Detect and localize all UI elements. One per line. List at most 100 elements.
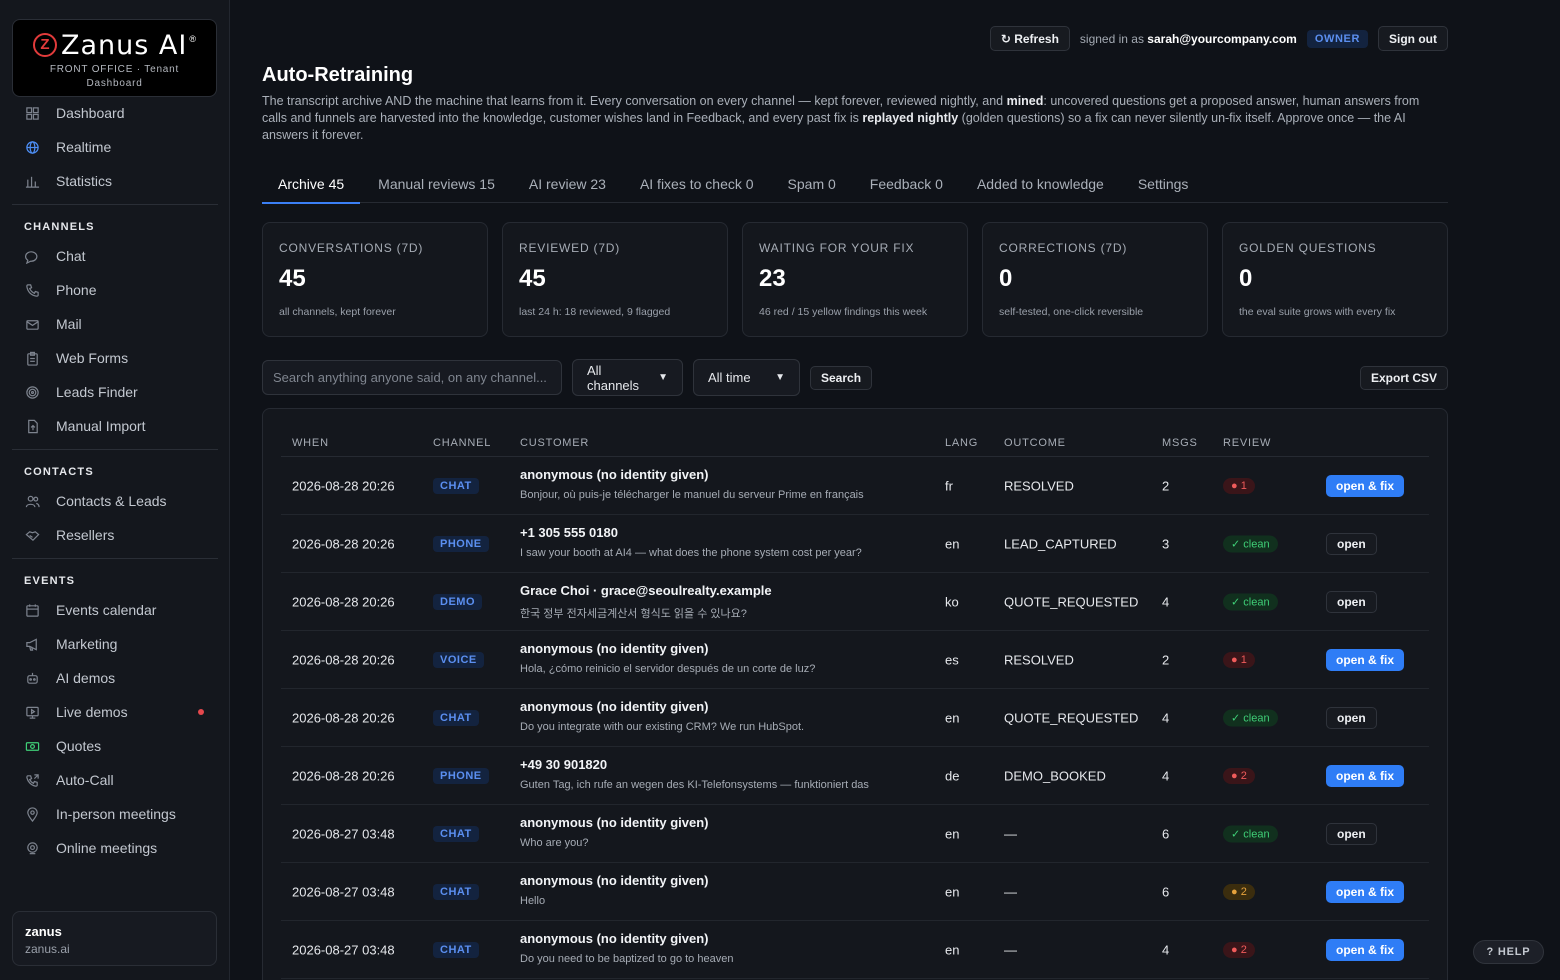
tab-ai-review[interactable]: AI review 23 xyxy=(513,168,622,203)
sidebar-item-online-meetings[interactable]: Online meetings xyxy=(12,833,218,863)
open-and-fix-button[interactable]: open & fix xyxy=(1326,474,1405,497)
column-header-channel: CHANNEL xyxy=(433,437,492,449)
tab-spam[interactable]: Spam 0 xyxy=(772,168,852,203)
cell-msgs: 6 xyxy=(1162,826,1170,841)
monitor-icon xyxy=(24,704,40,720)
open-button[interactable]: open xyxy=(1326,590,1377,613)
page-title: Auto-Retraining xyxy=(262,64,414,86)
review-badge: ● 1 xyxy=(1223,477,1255,494)
tab-manual-reviews[interactable]: Manual reviews 15 xyxy=(362,168,511,203)
table-row[interactable]: 2026-08-27 03:48 CHAT anonymous (no identi… xyxy=(281,863,1429,921)
open-and-fix-button[interactable]: open & fix xyxy=(1326,880,1405,903)
megaphone-icon xyxy=(24,636,40,652)
sidebar-item-label: Web Forms xyxy=(56,350,129,366)
stat-value: 23 xyxy=(759,265,786,292)
stat-label: REVIEWED (7D) xyxy=(519,241,621,255)
sidebar-item-manual-import[interactable]: Manual Import xyxy=(12,411,218,441)
export-csv-button[interactable]: Export CSV xyxy=(1360,366,1449,390)
sidebar-item-in-person-meetings[interactable]: In-person meetings xyxy=(12,799,218,829)
section-heading-events: EVENTS xyxy=(24,575,76,587)
cell-msgs: 3 xyxy=(1162,536,1170,551)
conversations-table: WHEN CHANNEL CUSTOMER LANG OUTCOME MSGS … xyxy=(262,408,1448,980)
review-badge: ✓ clean xyxy=(1223,825,1278,842)
cell-lang: en xyxy=(945,826,960,841)
table-row[interactable]: 2026-08-28 20:26 PHONE +49 30 901820 Guten … xyxy=(281,747,1429,805)
sidebar-item-label: AI demos xyxy=(56,670,116,686)
search-button[interactable]: Search xyxy=(810,366,873,390)
sidebar-item-label: Events calendar xyxy=(56,602,157,618)
cell-outcome: — xyxy=(1004,884,1017,899)
users-icon xyxy=(24,493,40,509)
table-row[interactable]: 2026-08-28 20:26 VOICE anonymous (no ident… xyxy=(281,631,1429,689)
sidebar-item-ai-demos[interactable]: AI demos xyxy=(12,663,218,693)
sidebar-item-events-calendar[interactable]: Events calendar xyxy=(12,595,218,625)
sidebar-item-phone[interactable]: Phone xyxy=(12,275,218,305)
time-select[interactable]: All time ▼ xyxy=(693,359,800,396)
brand-logo[interactable]: Z Zanus AI ® FRONT OFFICE · Tenant Dashb… xyxy=(12,19,217,97)
stat-subtext: 46 red / 15 yellow findings this week xyxy=(759,306,928,318)
cell-outcome: RESOLVED xyxy=(1004,478,1074,493)
customer-message: Who are you? xyxy=(520,837,589,849)
open-button[interactable]: open xyxy=(1326,822,1377,845)
sidebar-item-resellers[interactable]: Resellers xyxy=(12,520,218,550)
sidebar-item-leads-finder[interactable]: Leads Finder xyxy=(12,377,218,407)
tab-feedback[interactable]: Feedback 0 xyxy=(854,168,959,203)
open-and-fix-button[interactable]: open & fix xyxy=(1326,938,1405,961)
sidebar-item-quotes[interactable]: Quotes xyxy=(12,731,218,761)
robot-icon xyxy=(24,670,40,686)
column-header-msgs: MSGS xyxy=(1162,437,1198,449)
table-row[interactable]: 2026-08-27 03:48 CHAT anonymous (no identi… xyxy=(281,805,1429,863)
tab-ai-fixes[interactable]: AI fixes to check 0 xyxy=(624,168,770,203)
sidebar-item-mail[interactable]: Mail xyxy=(12,309,218,339)
role-badge: OWNER xyxy=(1306,29,1368,48)
open-button[interactable]: open xyxy=(1326,706,1377,729)
sidebar-item-statistics[interactable]: Statistics xyxy=(12,166,218,196)
grid-icon xyxy=(24,105,40,121)
refresh-button[interactable]: ↻ Refresh xyxy=(989,26,1070,51)
customer-name: anonymous (no identity given) xyxy=(520,815,709,830)
sidebar-item-live-demos[interactable]: Live demos xyxy=(12,697,218,727)
stat-card-corrections: CORRECTIONS (7D) 0 self-tested, one-clic… xyxy=(982,222,1208,337)
cell-outcome: — xyxy=(1004,826,1017,841)
cell-customer: anonymous (no identity given) Do you inte… xyxy=(520,699,804,733)
help-button[interactable]: ? HELP xyxy=(1473,940,1544,964)
tab-settings[interactable]: Settings xyxy=(1122,168,1205,203)
signed-in-prefix: signed in as xyxy=(1079,31,1144,46)
table-row[interactable]: 2026-08-27 03:48 CHAT anonymous (no identi… xyxy=(281,921,1429,979)
table-row[interactable]: 2026-08-28 20:26 CHAT anonymous (no identi… xyxy=(281,457,1429,515)
sidebar-item-auto-call[interactable]: Auto-Call xyxy=(12,765,218,795)
customer-message: Do you need to be baptized to go to heav… xyxy=(520,953,734,965)
table-row[interactable]: 2026-08-28 20:26 DEMO Grace Choi · grace@s… xyxy=(281,573,1429,631)
column-header-review: REVIEW xyxy=(1223,437,1272,449)
sign-out-button[interactable]: Sign out xyxy=(1378,26,1448,51)
sidebar-item-web-forms[interactable]: Web Forms xyxy=(12,343,218,373)
open-and-fix-button[interactable]: open & fix xyxy=(1326,764,1405,787)
cell-when: 2026-08-27 03:48 xyxy=(292,942,395,957)
table-row[interactable]: 2026-08-28 20:26 CHAT anonymous (no identi… xyxy=(281,689,1429,747)
sidebar-item-realtime[interactable]: Realtime xyxy=(12,132,218,162)
tenant-card[interactable]: zanus zanus.ai xyxy=(12,911,217,966)
sidebar-item-contacts-leads[interactable]: Contacts & Leads xyxy=(12,486,218,516)
search-input[interactable] xyxy=(262,360,562,395)
table-row[interactable]: 2026-08-28 20:26 PHONE +1 305 555 0180 I sa… xyxy=(281,515,1429,573)
cell-customer: anonymous (no identity given) Hello xyxy=(520,873,709,907)
open-button[interactable]: open xyxy=(1326,532,1377,555)
cell-when: 2026-08-28 20:26 xyxy=(292,710,395,725)
cell-outcome: DEMO_BOOKED xyxy=(1004,768,1106,783)
chat-bubble-icon xyxy=(24,248,40,264)
sidebar-item-marketing[interactable]: Marketing xyxy=(12,629,218,659)
tab-archive[interactable]: Archive 45 xyxy=(262,168,361,204)
sidebar-item-dashboard[interactable]: Dashboard xyxy=(12,98,218,128)
sidebar-item-label: Quotes xyxy=(56,738,102,754)
channel-select[interactable]: All channels ▼ xyxy=(572,359,683,396)
tab-added-to-knowledge[interactable]: Added to knowledge xyxy=(961,168,1120,203)
customer-name: Grace Choi · grace@seoulrealty.example xyxy=(520,583,772,598)
column-header-outcome: OUTCOME xyxy=(1004,437,1066,449)
sidebar-item-chat[interactable]: Chat xyxy=(12,241,218,271)
cell-lang: es xyxy=(945,652,959,667)
open-and-fix-button[interactable]: open & fix xyxy=(1326,648,1405,671)
bar-chart-icon xyxy=(24,173,40,189)
column-header-lang: LANG xyxy=(945,437,979,449)
cell-lang: en xyxy=(945,536,960,551)
customer-name: +49 30 901820 xyxy=(520,757,608,772)
